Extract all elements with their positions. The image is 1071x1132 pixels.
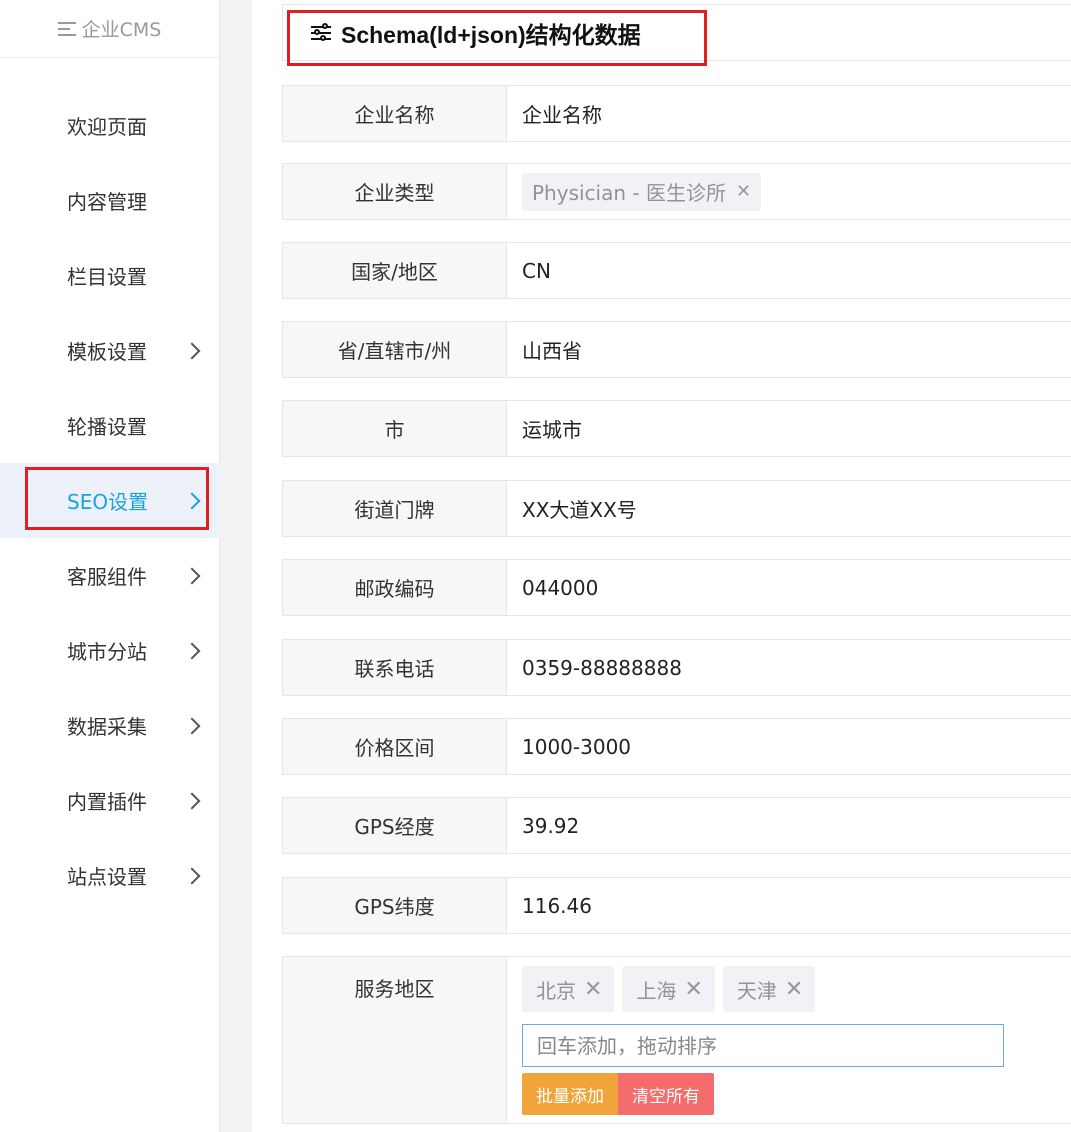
field-label: 市 bbox=[283, 401, 507, 456]
sidebar-item-customer-service[interactable]: 客服组件 bbox=[0, 538, 220, 613]
sidebar-item-label: 内容管理 bbox=[67, 190, 147, 214]
tag-label: Physician - 医生诊所 bbox=[532, 181, 726, 205]
form-row-postal-code: 邮政编码 044000 bbox=[282, 559, 1071, 616]
form-row-country: 国家/地区 CN bbox=[282, 242, 1071, 299]
field-label: 联系电话 bbox=[283, 640, 507, 695]
sidebar-item-templates[interactable]: 模板设置 bbox=[0, 313, 220, 388]
form-row-gps-latitude: GPS纬度 116.46 bbox=[282, 877, 1071, 934]
city-field[interactable]: 运城市 bbox=[507, 401, 1071, 456]
form-row-company-type: 企业类型 Physician - 医生诊所 ✕ bbox=[282, 163, 1071, 220]
sidebar-item-site-settings[interactable]: 站点设置 bbox=[0, 838, 220, 913]
batch-add-button[interactable]: 批量添加 bbox=[522, 1073, 618, 1115]
form-row-price-range: 价格区间 1000-3000 bbox=[282, 718, 1071, 775]
sidebar-item-label: 栏目设置 bbox=[67, 265, 147, 289]
chevron-right-icon bbox=[183, 342, 201, 359]
field-label: 省/直辖市/州 bbox=[283, 322, 507, 377]
sidebar-item-carousel[interactable]: 轮播设置 bbox=[0, 388, 220, 463]
sidebar: 企业CMS 欢迎页面 内容管理 栏目设置 模板设置 轮播设置 SEO设置 客服组… bbox=[0, 0, 220, 1132]
form-row-gps-longitude: GPS经度 39.92 bbox=[282, 797, 1071, 854]
chevron-right-icon bbox=[183, 492, 201, 509]
close-icon[interactable]: ✕ bbox=[736, 181, 751, 202]
gps-latitude-field[interactable]: 116.46 bbox=[507, 878, 1071, 933]
sidebar-item-content[interactable]: 内容管理 bbox=[0, 163, 220, 238]
service-area-input[interactable] bbox=[522, 1024, 1004, 1067]
sidebar-item-welcome[interactable]: 欢迎页面 bbox=[0, 88, 220, 163]
chevron-right-icon bbox=[183, 867, 201, 884]
service-area-tag[interactable]: 上海 ✕ bbox=[622, 966, 715, 1012]
chevron-right-icon bbox=[183, 642, 201, 659]
close-icon[interactable]: ✕ bbox=[684, 977, 702, 1002]
field-label: 服务地区 bbox=[283, 957, 507, 1123]
main-content: Schema(ld+json)结构化数据 企业名称 企业名称 企业类型 Phys… bbox=[252, 0, 1071, 1132]
form-row-street: 街道门牌 XX大道XX号 bbox=[282, 480, 1071, 537]
tag-label: 天津 bbox=[736, 978, 777, 1003]
form-row-city: 市 运城市 bbox=[282, 400, 1071, 457]
sidebar-item-columns[interactable]: 栏目设置 bbox=[0, 238, 220, 313]
form-row-province: 省/直辖市/州 山西省 bbox=[282, 321, 1071, 378]
field-label: 街道门牌 bbox=[283, 481, 507, 536]
sidebar-item-label: 模板设置 bbox=[67, 340, 147, 364]
sidebar-item-label: 站点设置 bbox=[67, 865, 147, 889]
sliders-icon bbox=[311, 22, 331, 42]
field-label: 国家/地区 bbox=[283, 243, 507, 298]
field-label: GPS纬度 bbox=[283, 878, 507, 933]
sidebar-item-label: 城市分站 bbox=[67, 640, 147, 664]
close-icon[interactable]: ✕ bbox=[584, 977, 602, 1002]
service-area-actions: 批量添加 清空所有 bbox=[522, 1073, 1071, 1115]
section-title: Schema(ld+json)结构化数据 bbox=[341, 21, 641, 48]
gps-longitude-field[interactable]: 39.92 bbox=[507, 798, 1071, 853]
chevron-right-icon bbox=[183, 792, 201, 809]
sidebar-item-seo[interactable]: SEO设置 bbox=[0, 463, 220, 538]
form-row-company-name: 企业名称 企业名称 bbox=[282, 85, 1071, 142]
chevron-right-icon bbox=[183, 717, 201, 734]
tag-label: 上海 bbox=[636, 978, 677, 1003]
service-area-editor: 北京 ✕ 上海 ✕ 天津 ✕ 批量添加 清空所有 bbox=[507, 957, 1071, 1123]
form-row-phone: 联系电话 0359-88888888 bbox=[282, 639, 1071, 696]
tag-label: 北京 bbox=[536, 978, 576, 1003]
close-icon[interactable]: ✕ bbox=[785, 977, 803, 1002]
field-label: GPS经度 bbox=[283, 798, 507, 853]
field-label: 价格区间 bbox=[283, 719, 507, 774]
sidebar-item-label: 欢迎页面 bbox=[67, 115, 147, 139]
sidebar-item-label: 数据采集 bbox=[67, 715, 147, 739]
price-range-field[interactable]: 1000-3000 bbox=[507, 719, 1071, 774]
logo-text: 企业CMS bbox=[81, 19, 162, 41]
company-name-field[interactable]: 企业名称 bbox=[507, 86, 1071, 141]
clear-all-button[interactable]: 清空所有 bbox=[618, 1073, 714, 1115]
logo[interactable]: 企业CMS bbox=[0, 0, 219, 58]
company-type-tag: Physician - 医生诊所 ✕ bbox=[522, 172, 762, 211]
sidebar-item-data-collection[interactable]: 数据采集 bbox=[0, 688, 220, 763]
sidebar-item-plugins[interactable]: 内置插件 bbox=[0, 763, 220, 838]
province-field[interactable]: 山西省 bbox=[507, 322, 1071, 377]
sidebar-item-label: 轮播设置 bbox=[67, 415, 147, 439]
service-area-tag[interactable]: 天津 ✕ bbox=[722, 966, 816, 1012]
form-row-service-area: 服务地区 北京 ✕ 上海 ✕ 天津 ✕ 批量添加 清空所有 bbox=[282, 956, 1071, 1124]
country-field[interactable]: CN bbox=[507, 243, 1071, 298]
menu-icon bbox=[57, 21, 76, 37]
service-area-tags: 北京 ✕ 上海 ✕ 天津 ✕ bbox=[522, 966, 1071, 1012]
phone-field[interactable]: 0359-88888888 bbox=[507, 640, 1071, 695]
company-type-select[interactable]: Physician - 医生诊所 ✕ bbox=[507, 164, 1071, 219]
field-label: 企业类型 bbox=[283, 164, 507, 219]
field-label: 企业名称 bbox=[283, 86, 507, 141]
sidebar-item-label: 内置插件 bbox=[67, 790, 147, 814]
sidebar-nav: 欢迎页面 内容管理 栏目设置 模板设置 轮播设置 SEO设置 客服组件 城市分站… bbox=[0, 88, 220, 913]
sidebar-item-label: SEO设置 bbox=[67, 490, 149, 514]
sidebar-item-city-sites[interactable]: 城市分站 bbox=[0, 613, 220, 688]
street-field[interactable]: XX大道XX号 bbox=[507, 481, 1071, 536]
service-area-tag[interactable]: 北京 ✕ bbox=[522, 966, 615, 1012]
sidebar-item-label: 客服组件 bbox=[67, 565, 147, 589]
field-label: 邮政编码 bbox=[283, 560, 507, 615]
chevron-right-icon bbox=[183, 567, 201, 584]
postal-code-field[interactable]: 044000 bbox=[507, 560, 1071, 615]
section-header: Schema(ld+json)结构化数据 bbox=[282, 4, 1071, 61]
